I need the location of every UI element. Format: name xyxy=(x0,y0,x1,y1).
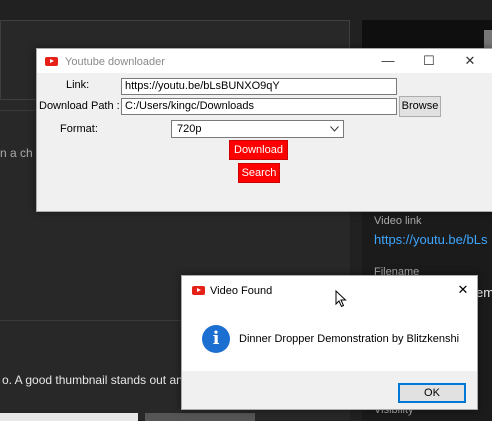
downloader-titlebar[interactable]: Youtube downloader — ☐ ✕ xyxy=(37,49,492,73)
download-path-input[interactable]: C:/Users/kingc/Downloads xyxy=(121,98,397,115)
youtube-icon xyxy=(45,57,58,66)
description-text: n a ch xyxy=(0,146,33,160)
downloader-window: Youtube downloader — ☐ ✕ Link: https://y… xyxy=(36,48,492,212)
video-link-label: Video link xyxy=(374,215,422,227)
mouse-cursor-icon xyxy=(335,290,347,308)
browse-button[interactable]: Browse xyxy=(399,96,441,117)
thumbnail-option[interactable] xyxy=(145,413,255,421)
format-label: Format: xyxy=(60,123,98,135)
thumbnail-option[interactable] xyxy=(0,413,138,421)
search-button[interactable]: Search xyxy=(238,163,280,183)
chevron-down-icon xyxy=(330,126,339,132)
format-select[interactable]: 720p xyxy=(171,120,344,138)
filename-value: em xyxy=(476,285,492,300)
format-selected-value: 720p xyxy=(177,123,202,135)
maximize-button[interactable]: ☐ xyxy=(414,49,444,73)
download-path-label: Download Path : xyxy=(39,100,120,112)
dialog-message: Dinner Dropper Demonstration by Blitzken… xyxy=(239,333,460,345)
minimize-button[interactable]: — xyxy=(373,49,403,73)
close-button[interactable]: ✕ xyxy=(455,49,485,73)
video-link[interactable]: https://youtu.be/bLs xyxy=(374,232,487,247)
video-found-dialog: Video Found ✕ i Dinner Dropper Demonstra… xyxy=(181,275,478,410)
dialog-title: Video Found xyxy=(210,285,273,297)
window-title: Youtube downloader xyxy=(65,56,165,68)
link-label: Link: xyxy=(66,79,90,91)
thumbnail-hint-text: o. A good thumbnail stands out and xyxy=(2,373,190,387)
ok-button[interactable]: OK xyxy=(398,383,466,403)
dialog-titlebar[interactable]: Video Found ✕ xyxy=(182,276,477,304)
link-input[interactable]: https://youtu.be/bLsBUNXO9qY xyxy=(121,78,397,95)
download-button[interactable]: Download xyxy=(229,140,288,160)
dialog-close-button[interactable]: ✕ xyxy=(448,278,478,302)
youtube-icon xyxy=(192,286,205,295)
info-icon: i xyxy=(202,325,230,353)
